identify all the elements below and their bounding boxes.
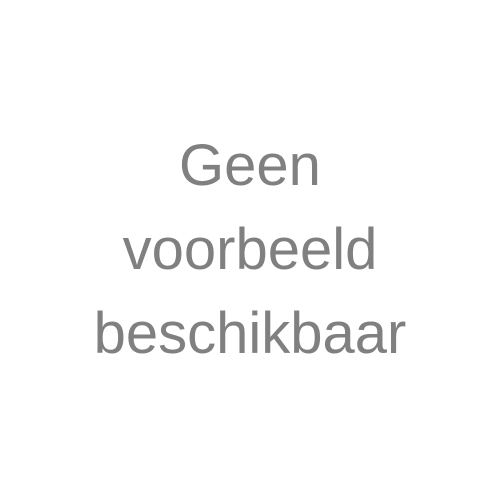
- no-preview-message: Geen voorbeeld beschikbaar: [0, 124, 500, 376]
- preview-placeholder: Geen voorbeeld beschikbaar: [0, 0, 500, 500]
- message-line-1: Geen: [179, 133, 321, 198]
- message-line-2: voorbeeld: [122, 217, 378, 282]
- message-line-3: beschikbaar: [93, 301, 407, 366]
